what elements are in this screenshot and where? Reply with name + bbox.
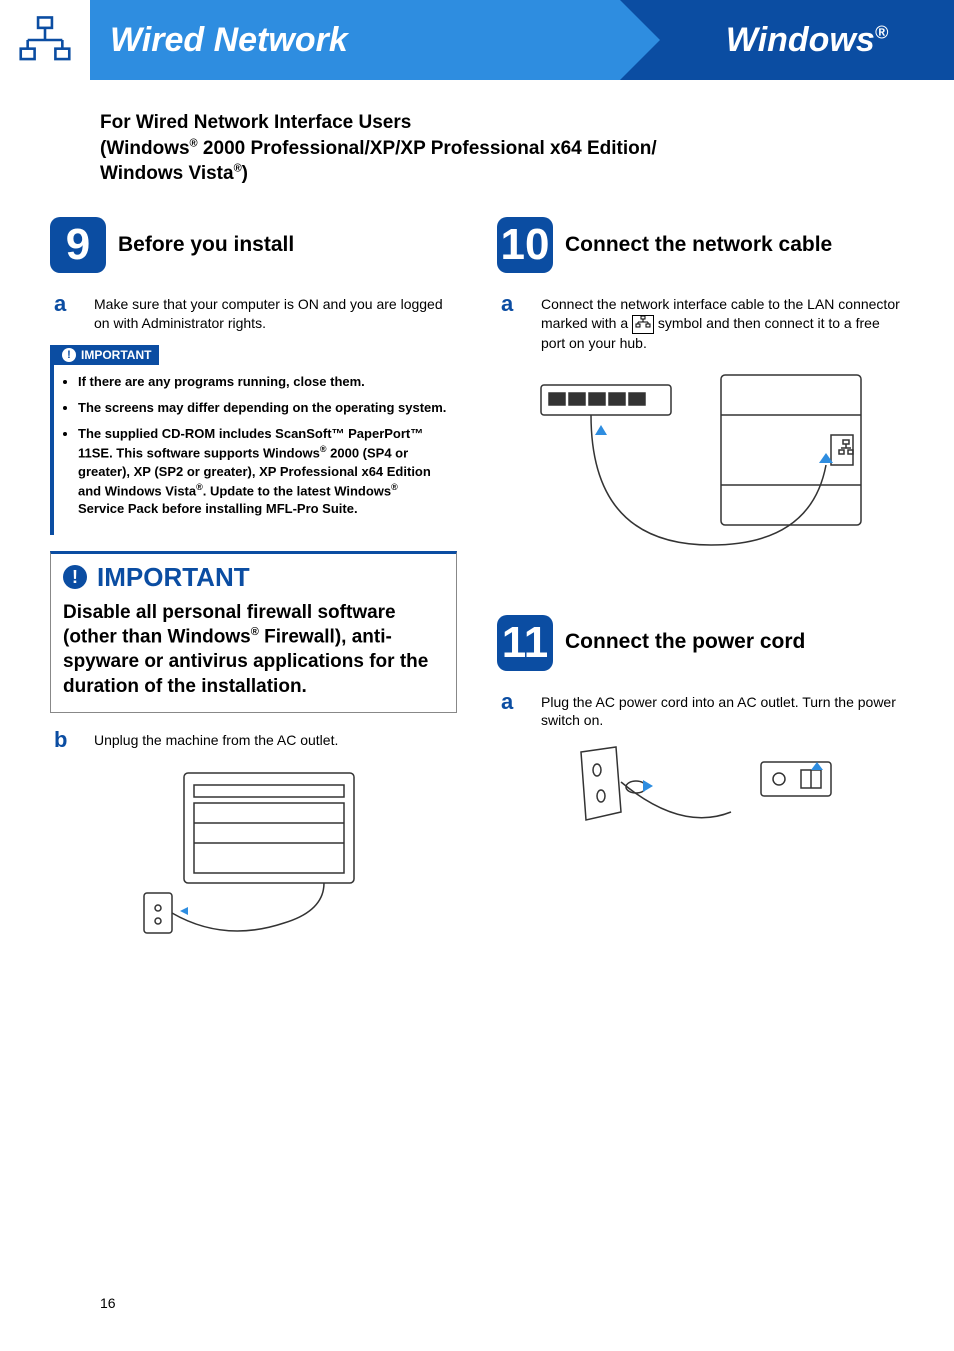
page-header: Wired Network Windows® (0, 0, 954, 80)
intro-line3: Windows Vista®) (100, 161, 854, 187)
header-right-section: Windows® (620, 0, 954, 80)
registered-mark: ® (875, 22, 888, 42)
step9-b-text: Unplug the machine from the AC outlet. (94, 729, 338, 751)
important-body-large: Disable all personal firewall software (… (51, 601, 456, 712)
step9-a-text: Make sure that your computer is ON and y… (94, 293, 457, 333)
important-box-large: ! IMPORTANT Disable all personal firewal… (50, 551, 457, 713)
step9-a: a Make sure that your computer is ON and… (50, 293, 457, 333)
network-cable-illustration (497, 365, 904, 585)
important-label-small: ! IMPORTANT (54, 345, 159, 365)
step-number-9: 9 (50, 217, 106, 273)
important-label-large: IMPORTANT (97, 562, 250, 593)
hub-printer-drawing (531, 365, 871, 585)
step-number-10: 10 (497, 217, 553, 273)
header-right-title: Windows® (726, 21, 888, 60)
intro-line1: For Wired Network Interface Users (100, 110, 854, 136)
step9-title: Before you install (118, 233, 294, 257)
step10-title: Connect the network cable (565, 233, 832, 257)
power-cord-illustration (497, 742, 904, 852)
letter-a-10: a (501, 293, 525, 353)
step10-a: a Connect the network interface cable to… (497, 293, 904, 353)
letter-a: a (54, 293, 78, 333)
unplug-illustration (50, 763, 457, 953)
step9-header: 9 Before you install (50, 217, 457, 273)
header-left-title: Wired Network (110, 21, 348, 60)
step11-a: a Plug the AC power cord into an AC outl… (497, 691, 904, 731)
step11-header: 11 Connect the power cord (497, 615, 904, 671)
step10-header: 10 Connect the network cable (497, 217, 904, 273)
network-icon-box (0, 0, 90, 80)
important-box-small: ! IMPORTANT If there are any programs ru… (50, 345, 457, 535)
step11-title: Connect the power cord (565, 630, 805, 654)
important-item-2: The screens may differ depending on the … (78, 399, 447, 417)
page-intro: For Wired Network Interface Users (Windo… (0, 80, 954, 197)
step11-a-text: Plug the AC power cord into an AC outlet… (541, 691, 904, 731)
outlet-switch-drawing (561, 742, 841, 852)
page-number: 16 (100, 1295, 116, 1311)
warning-icon: ! (62, 348, 76, 362)
important-head-large: ! IMPORTANT (51, 554, 456, 601)
intro-line2: (Windows® 2000 Professional/XP/XP Profes… (100, 136, 854, 162)
printer-unplug-drawing (124, 763, 384, 953)
content-columns: 9 Before you install a Make sure that yo… (0, 197, 954, 983)
left-column: 9 Before you install a Make sure that yo… (50, 217, 457, 983)
network-icon (19, 14, 71, 66)
header-left-section: Wired Network (90, 0, 620, 80)
step-number-11: 11 (497, 615, 553, 671)
important-label-text: IMPORTANT (81, 348, 151, 362)
lan-symbol-icon (632, 315, 654, 334)
letter-a-11: a (501, 691, 525, 731)
right-column: 10 Connect the network cable a Connect t… (497, 217, 904, 983)
step10-a-text: Connect the network interface cable to t… (541, 293, 904, 353)
important-item-3: The supplied CD-ROM includes ScanSoft™ P… (78, 425, 447, 519)
header-os-name: Windows (726, 21, 875, 59)
important-item-1: If there are any programs running, close… (78, 373, 447, 391)
header-arrow-shape (620, 0, 660, 80)
warning-icon-large: ! (63, 565, 87, 589)
important-list: If there are any programs running, close… (54, 365, 457, 535)
step9-b: b Unplug the machine from the AC outlet. (50, 729, 457, 751)
letter-b: b (54, 729, 78, 751)
